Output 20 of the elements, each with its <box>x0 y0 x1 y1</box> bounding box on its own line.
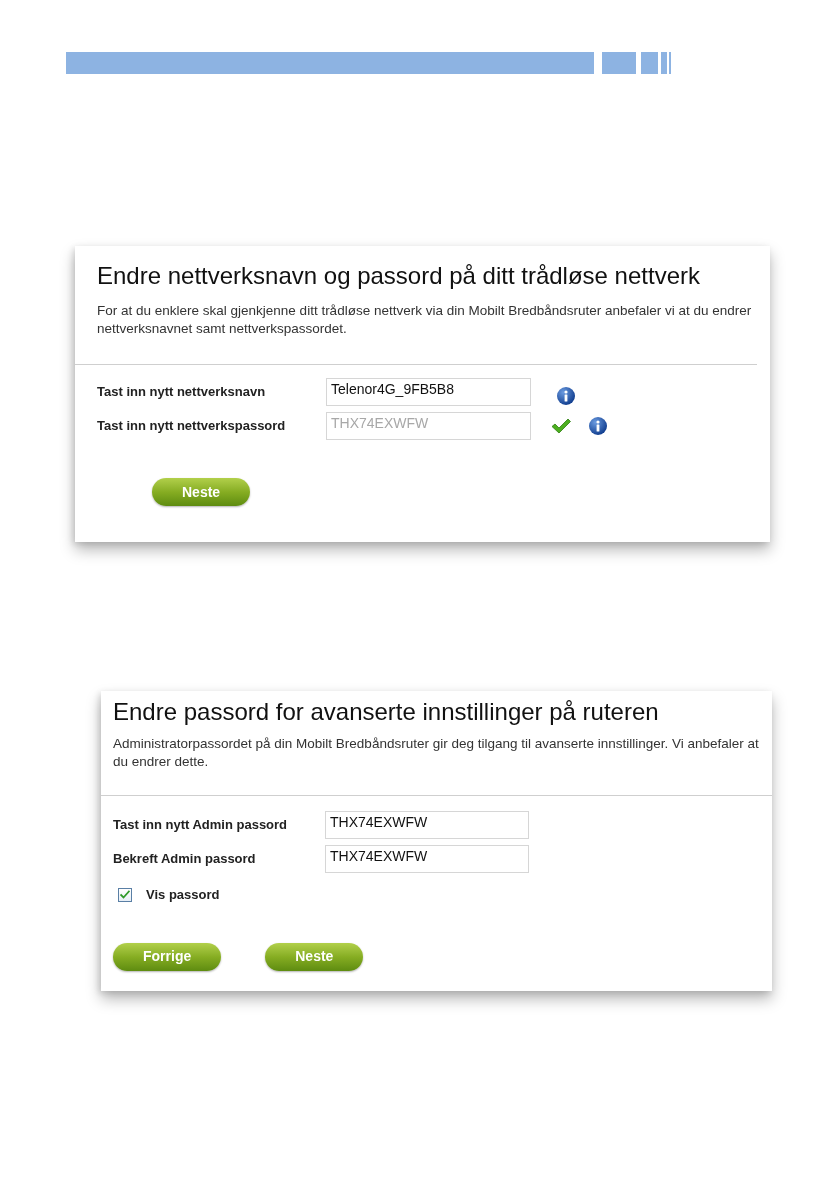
field-label: Tast inn nytt nettverkspassord <box>97 417 287 436</box>
info-icon[interactable] <box>557 387 575 405</box>
text-field[interactable]: Telenor4G_9FB5B8 <box>326 378 531 406</box>
field-label: Tast inn nytt Admin passord <box>113 816 289 835</box>
header-segment <box>661 52 667 74</box>
panel-description: Administratorpassordet på din Mobilt Bredbåndsruter gir deg tilgang til avanserte innstillinger. Vi anbefaler at du endrer dette. <box>113 735 760 771</box>
info-icon[interactable] <box>589 417 607 435</box>
checkbox[interactable] <box>118 887 132 902</box>
panel-title: Endre nettverksnavn og passord på ditt trådløse nettverk <box>97 262 701 290</box>
field-label: Bekreft Admin passord <box>113 850 257 869</box>
panel-title: Endre passord for avanserte innstillinger på ruteren <box>113 698 660 726</box>
text-field[interactable]: THX74EXWFW <box>325 811 529 839</box>
text-field[interactable]: THX74EXWFW <box>325 845 529 873</box>
panel-description: For at du enklere skal gjenkjenne ditt trådløse nettverk via din Mobilt Bredbåndsruter anbefaler vi at du endrer nettverksnavnet samt nettverkspassordet. <box>97 302 753 338</box>
header-segment <box>641 52 658 74</box>
text-field[interactable]: THX74EXWFW <box>326 412 531 440</box>
field-label: Tast inn nytt nettverksnavn <box>97 383 267 402</box>
checkbox-label: Vis passord <box>146 886 220 904</box>
header-segment <box>602 52 636 74</box>
tick-icon <box>120 890 130 900</box>
